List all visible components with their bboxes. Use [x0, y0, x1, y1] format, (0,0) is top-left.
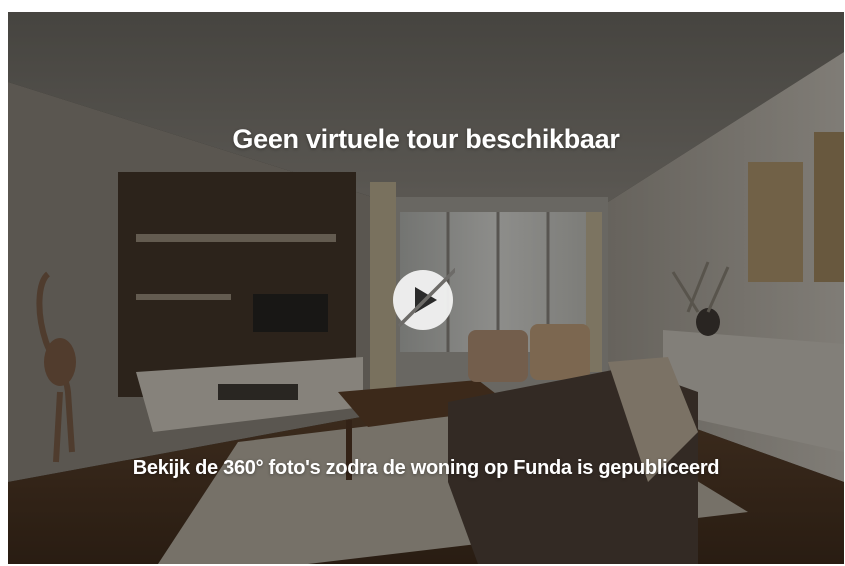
play-disabled-button[interactable] [391, 266, 459, 332]
tour-unavailable-title: Geen virtuele tour beschikbaar [232, 124, 620, 154]
virtual-tour-placeholder: Geen virtuele tour beschikbaar Bekijk de… [8, 12, 844, 564]
play-disabled-icon [393, 266, 459, 330]
tour-unavailable-subtitle: Bekijk de 360° foto's zodra de woning op… [132, 457, 720, 479]
